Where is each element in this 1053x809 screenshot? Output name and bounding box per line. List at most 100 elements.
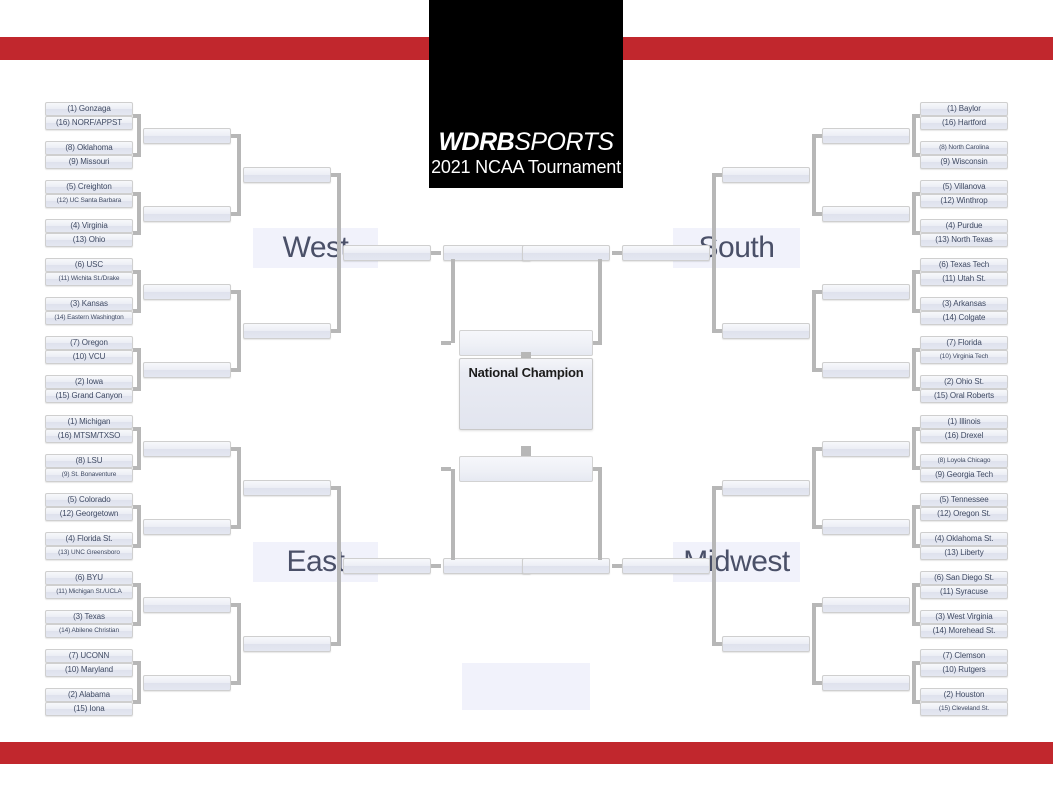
winner-slot-west-round1-1[interactable] (143, 205, 231, 222)
team-slot-south-6[interactable]: (4) Purdue (920, 219, 1008, 233)
team-slot-midwest-4[interactable]: (5) Tennessee (920, 493, 1008, 507)
team-slot-east-15[interactable]: (15) Iona (45, 702, 133, 716)
team-slot-south-1[interactable]: (16) Hartford (920, 116, 1008, 130)
team-slot-west-5[interactable]: (12) UC Santa Barbara (45, 194, 133, 208)
team-slot-midwest-1[interactable]: (16) Drexel (920, 429, 1008, 443)
team-slot-east-8[interactable]: (6) BYU (45, 571, 133, 585)
team-slot-south-7[interactable]: (13) North Texas (920, 233, 1008, 247)
team-slot-midwest-3[interactable]: (9) Georgia Tech (920, 468, 1008, 482)
team-slot-midwest-0[interactable]: (1) Illinois (920, 415, 1008, 429)
winner-slot-midwest-round1-1[interactable] (822, 518, 910, 535)
winner-slot-south-round1-1[interactable] (822, 205, 910, 222)
winner-slot-south-round1-2[interactable] (822, 283, 910, 300)
winner-slot-east-round1-2[interactable] (143, 596, 231, 613)
team-slot-west-13[interactable]: (10) VCU (45, 350, 133, 364)
team-slot-west-3[interactable]: (9) Missouri (45, 155, 133, 169)
team-slot-south-5[interactable]: (12) Winthrop (920, 194, 1008, 208)
winner-slot-midwest-round1-2[interactable] (822, 596, 910, 613)
team-slot-midwest-5[interactable]: (12) Oregon St. (920, 507, 1008, 521)
winner-slot-midwest-round1-0[interactable] (822, 440, 910, 457)
winner-slot-east-round3-0[interactable] (343, 557, 431, 574)
team-slot-midwest-8[interactable]: (6) San Diego St. (920, 571, 1008, 585)
team-slot-east-13[interactable]: (10) Maryland (45, 663, 133, 677)
team-slot-midwest-11[interactable]: (14) Morehead St. (920, 624, 1008, 638)
winner-slot-east-round2-0[interactable] (243, 479, 331, 496)
winner-slot-east-round1-1[interactable] (143, 518, 231, 535)
winner-slot-west-round3-0[interactable] (343, 244, 431, 261)
team-slot-south-15[interactable]: (15) Oral Roberts (920, 389, 1008, 403)
winner-slot-east-round1-3[interactable] (143, 674, 231, 691)
regional-champion-slot-east[interactable] (443, 557, 531, 574)
team-slot-west-7[interactable]: (13) Ohio (45, 233, 133, 247)
team-slot-midwest-6[interactable]: (4) Oklahoma St. (920, 532, 1008, 546)
winner-slot-west-round1-3[interactable] (143, 361, 231, 378)
team-slot-east-12[interactable]: (7) UCONN (45, 649, 133, 663)
team-slot-midwest-7[interactable]: (13) Liberty (920, 546, 1008, 560)
winner-slot-west-round2-0[interactable] (243, 166, 331, 183)
team-slot-west-8[interactable]: (6) USC (45, 258, 133, 272)
team-slot-midwest-12[interactable]: (7) Clemson (920, 649, 1008, 663)
team-slot-midwest-10[interactable]: (3) West Virginia (920, 610, 1008, 624)
team-slot-south-8[interactable]: (6) Texas Tech (920, 258, 1008, 272)
national-champion-box[interactable]: National Champion (459, 358, 593, 430)
team-slot-west-4[interactable]: (5) Creighton (45, 180, 133, 194)
team-slot-south-9[interactable]: (11) Utah St. (920, 272, 1008, 286)
connector-final-four-west (451, 258, 455, 343)
team-slot-south-12[interactable]: (7) Florida (920, 336, 1008, 350)
winner-slot-south-round1-3[interactable] (822, 361, 910, 378)
winner-slot-east-round2-1[interactable] (243, 635, 331, 652)
team-slot-east-3[interactable]: (9) St. Bonaventure (45, 468, 133, 482)
winner-slot-west-round1-2[interactable] (143, 283, 231, 300)
connector-h-east-r0-1a (133, 505, 141, 509)
winner-slot-west-round1-0[interactable] (143, 127, 231, 144)
team-slot-west-10[interactable]: (3) Kansas (45, 297, 133, 311)
team-slot-east-11[interactable]: (14) Abilene Christian (45, 624, 133, 638)
team-slot-south-13[interactable]: (10) Virginia Tech (920, 350, 1008, 364)
team-slot-south-4[interactable]: (5) Villanova (920, 180, 1008, 194)
team-slot-west-0[interactable]: (1) Gonzaga (45, 102, 133, 116)
winner-slot-midwest-round2-0[interactable] (722, 479, 810, 496)
team-slot-east-4[interactable]: (5) Colorado (45, 493, 133, 507)
team-slot-south-0[interactable]: (1) Baylor (920, 102, 1008, 116)
team-slot-west-15[interactable]: (15) Grand Canyon (45, 389, 133, 403)
team-slot-east-6[interactable]: (4) Florida St. (45, 532, 133, 546)
team-slot-west-1[interactable]: (16) NORF/APPST (45, 116, 133, 130)
winner-slot-south-round3-0[interactable] (622, 244, 710, 261)
winner-slot-midwest-round3-0[interactable] (622, 557, 710, 574)
team-slot-midwest-14[interactable]: (2) Houston (920, 688, 1008, 702)
winner-slot-south-round2-0[interactable] (722, 166, 810, 183)
team-slot-west-11[interactable]: (14) Eastern Washington (45, 311, 133, 325)
team-slot-west-6[interactable]: (4) Virginia (45, 219, 133, 233)
team-slot-south-10[interactable]: (3) Arkansas (920, 297, 1008, 311)
winner-slot-midwest-round1-3[interactable] (822, 674, 910, 691)
team-slot-west-9[interactable]: (11) Wichita St./Drake (45, 272, 133, 286)
team-slot-east-5[interactable]: (12) Georgetown (45, 507, 133, 521)
winner-slot-south-round1-0[interactable] (822, 127, 910, 144)
team-slot-south-3[interactable]: (9) Wisconsin (920, 155, 1008, 169)
winner-slot-east-round1-0[interactable] (143, 440, 231, 457)
team-slot-west-12[interactable]: (7) Oregon (45, 336, 133, 350)
team-slot-midwest-13[interactable]: (10) Rutgers (920, 663, 1008, 677)
winner-slot-south-round2-1[interactable] (722, 322, 810, 339)
team-slot-east-14[interactable]: (2) Alabama (45, 688, 133, 702)
team-slot-west-14[interactable]: (2) Iowa (45, 375, 133, 389)
team-slot-east-9[interactable]: (11) Michigan St./UCLA (45, 585, 133, 599)
team-slot-east-0[interactable]: (1) Michigan (45, 415, 133, 429)
team-slot-east-1[interactable]: (16) MTSM/TXSO (45, 429, 133, 443)
team-slot-south-2[interactable]: (8) North Carolina (920, 141, 1008, 155)
regional-champion-slot-midwest[interactable] (522, 557, 610, 574)
team-slot-midwest-15[interactable]: (15) Cleveland St. (920, 702, 1008, 716)
final-four-slot-bottom[interactable] (459, 456, 593, 482)
team-slot-midwest-9[interactable]: (11) Syracuse (920, 585, 1008, 599)
regional-champion-slot-west[interactable] (443, 244, 531, 261)
winner-slot-west-round2-1[interactable] (243, 322, 331, 339)
team-slot-east-2[interactable]: (8) LSU (45, 454, 133, 468)
regional-champion-slot-south[interactable] (522, 244, 610, 261)
team-slot-east-7[interactable]: (13) UNC Greensboro (45, 546, 133, 560)
team-slot-east-10[interactable]: (3) Texas (45, 610, 133, 624)
winner-slot-midwest-round2-1[interactable] (722, 635, 810, 652)
team-slot-midwest-2[interactable]: (8) Loyola Chicago (920, 454, 1008, 468)
team-slot-west-2[interactable]: (8) Oklahoma (45, 141, 133, 155)
team-slot-south-14[interactable]: (2) Ohio St. (920, 375, 1008, 389)
team-slot-south-11[interactable]: (14) Colgate (920, 311, 1008, 325)
